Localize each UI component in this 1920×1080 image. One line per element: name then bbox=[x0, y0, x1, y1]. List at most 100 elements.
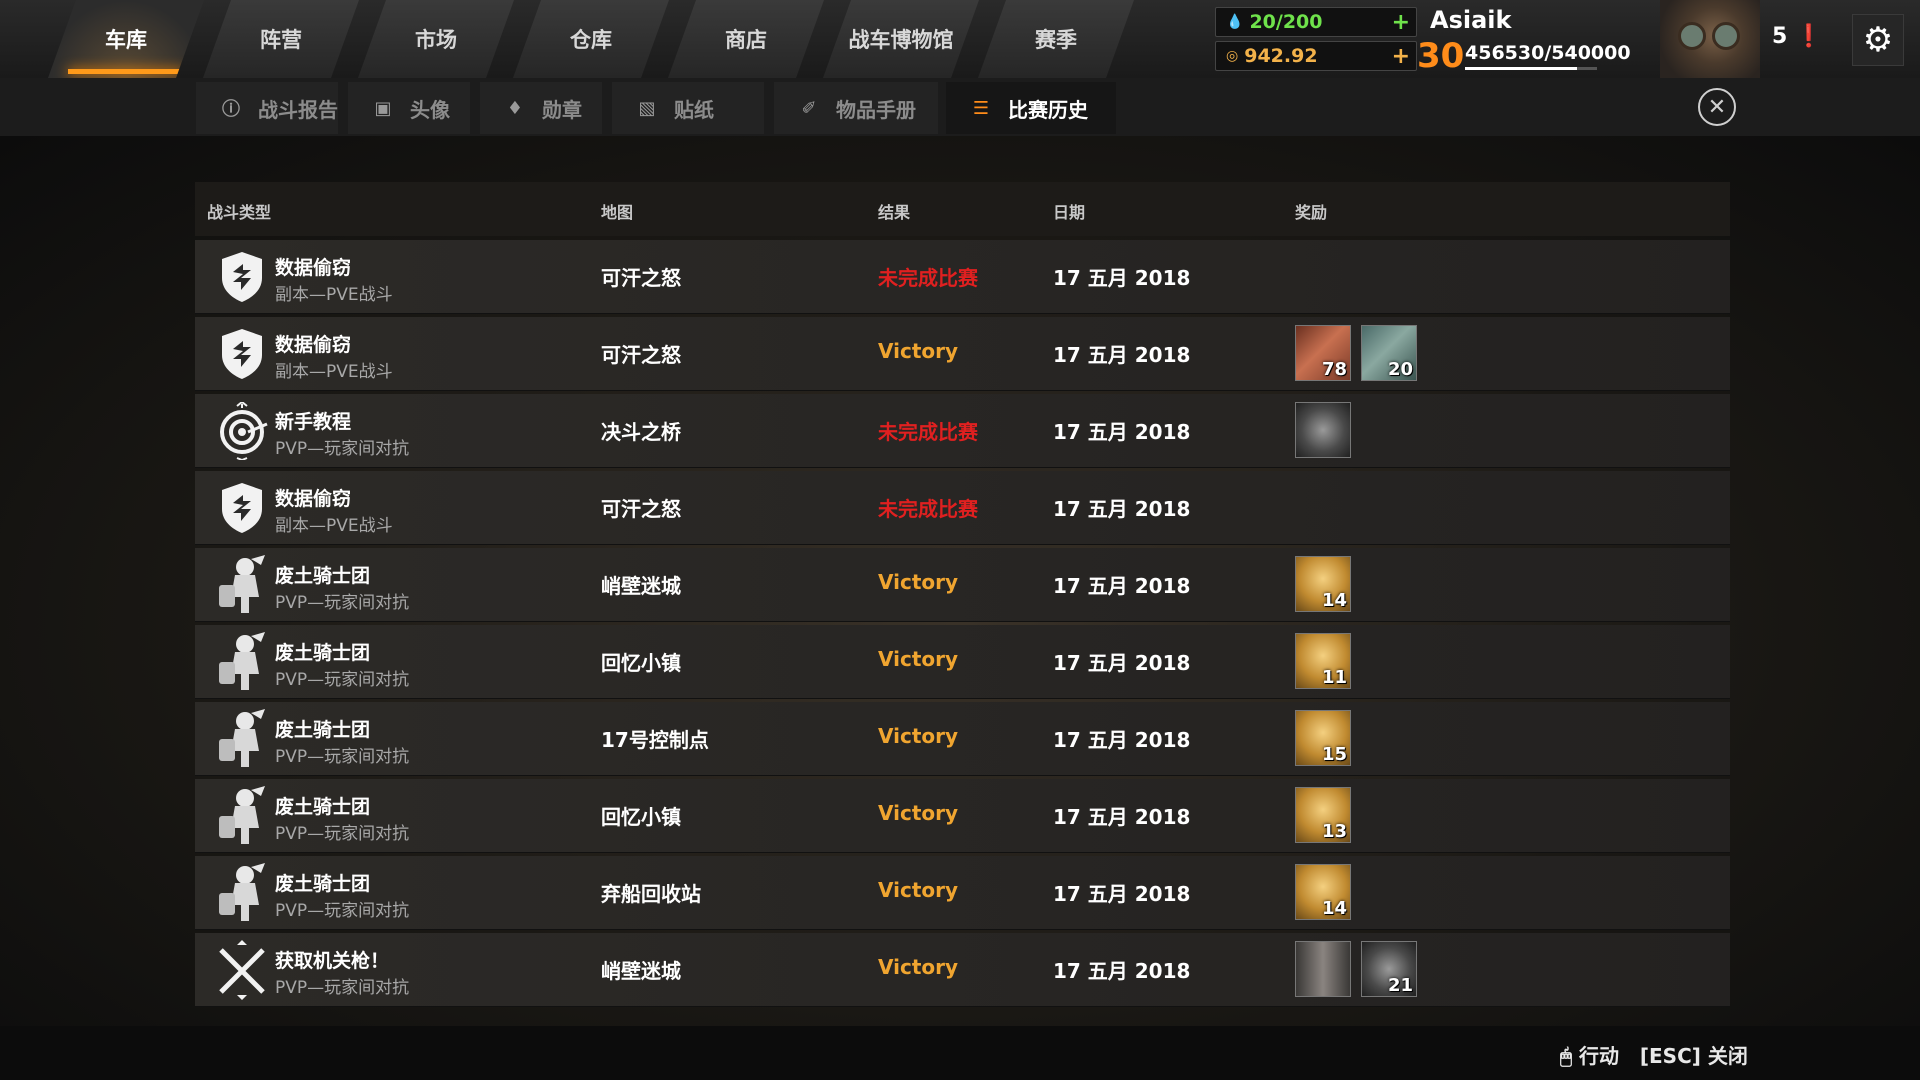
column-header-type: 战斗类型 bbox=[207, 203, 272, 222]
match-mode: PVP—玩家间对抗 bbox=[275, 747, 410, 767]
reward-gold-icon[interactable]: 14 bbox=[1295, 556, 1351, 612]
subtab-battle-report[interactable]: ⓘ 战斗报告 bbox=[196, 82, 338, 134]
tab-market[interactable]: 市场 bbox=[358, 0, 514, 78]
sub-tab-bar: ⓘ 战斗报告 ▣ 头像 ♦ 勋章 ▧ 贴纸 ✐ 物品手册 ☰ 比赛历史 bbox=[0, 78, 1920, 137]
knight-icon bbox=[213, 555, 271, 614]
subtab-label: 战斗报告 bbox=[258, 97, 338, 122]
match-map: 可汗之怒 bbox=[601, 343, 681, 367]
match-result: Victory bbox=[878, 339, 959, 363]
column-header-reward: 奖励 bbox=[1295, 203, 1328, 222]
subtab-portrait[interactable]: ▣ 头像 bbox=[348, 82, 470, 134]
match-title: 数据偷窃 bbox=[275, 257, 352, 279]
match-row[interactable]: 废土骑士团 PVP—玩家间对抗 峭壁迷城 Victory 17 五月 2018 14 bbox=[195, 548, 1730, 622]
reward-gold-icon[interactable]: 11 bbox=[1295, 633, 1351, 689]
knight-icon bbox=[213, 863, 271, 922]
fuel-value: 20/200 bbox=[1249, 11, 1323, 33]
tab-season[interactable]: 赛季 bbox=[978, 0, 1134, 78]
top-nav-bar: 车库 阵营 市场 仓库 商店 战车博物馆 赛季 💧 20/200 + ◎ 942… bbox=[0, 0, 1920, 79]
reward-gold-icon[interactable]: 14 bbox=[1295, 864, 1351, 920]
reward-quantity: 14 bbox=[1321, 898, 1347, 919]
goggle-right bbox=[1712, 22, 1740, 50]
tab-storage[interactable]: 仓库 bbox=[513, 0, 669, 78]
match-title: 新手教程 bbox=[275, 411, 352, 433]
knight-icon bbox=[213, 786, 271, 845]
footer-hint: 🖱 行动 [ESC] 关闭 bbox=[1560, 1040, 1748, 1069]
subtab-medals[interactable]: ♦ 勋章 bbox=[480, 82, 602, 134]
subtab-item-handbook[interactable]: ✐ 物品手册 bbox=[774, 82, 938, 134]
match-date: 17 五月 2018 bbox=[1053, 266, 1191, 290]
tab-shop[interactable]: 商店 bbox=[668, 0, 824, 78]
reward-quantity: 20 bbox=[1387, 359, 1413, 380]
match-mode: 副本—PVE战斗 bbox=[275, 516, 393, 536]
player-avatar[interactable] bbox=[1660, 0, 1760, 78]
goggle-left bbox=[1678, 22, 1706, 50]
notification-count: 5 bbox=[1772, 24, 1788, 49]
match-row[interactable]: 获取机关枪！ PVP—玩家间对抗 峭壁迷城 Victory 17 五月 2018 21 bbox=[195, 933, 1730, 1007]
coin-value: 942.92 bbox=[1244, 45, 1318, 67]
subtab-label: 头像 bbox=[410, 97, 450, 122]
match-title: 数据偷窃 bbox=[275, 334, 352, 356]
tab-faction[interactable]: 阵营 bbox=[203, 0, 359, 78]
match-title: 废土骑士团 bbox=[275, 565, 371, 587]
match-mode: PVP—玩家间对抗 bbox=[275, 824, 410, 844]
match-result: 未完成比赛 bbox=[878, 420, 978, 444]
match-row[interactable]: 废土骑士团 PVP—玩家间对抗 回忆小镇 Victory 17 五月 2018 13 bbox=[195, 779, 1730, 853]
notification-counter[interactable]: 5 ❗ bbox=[1772, 24, 1822, 49]
mouse-icon: 🖱 bbox=[1560, 1044, 1572, 1068]
reward-gold-icon[interactable]: 13 bbox=[1295, 787, 1351, 843]
match-row[interactable]: 数据偷窃 副本—PVE战斗 可汗之怒 未完成比赛 17 五月 2018 bbox=[195, 471, 1730, 545]
add-coins-button[interactable]: + bbox=[1392, 44, 1410, 69]
close-icon[interactable]: ✕ bbox=[1698, 88, 1736, 126]
reward-barrel-icon[interactable] bbox=[1295, 941, 1351, 997]
reward-gold-icon[interactable]: 15 bbox=[1295, 710, 1351, 766]
settings-gear-icon[interactable]: ⚙ bbox=[1852, 14, 1904, 66]
match-row[interactable]: 废土骑士团 PVP—玩家间对抗 17号控制点 Victory 17 五月 2018 15 bbox=[195, 702, 1730, 776]
match-date: 17 五月 2018 bbox=[1053, 497, 1191, 521]
reward-parts-icon[interactable] bbox=[1295, 402, 1351, 458]
reward-cloth-icon[interactable]: 20 bbox=[1361, 325, 1417, 381]
column-header-map: 地图 bbox=[601, 203, 634, 222]
match-title: 废土骑士团 bbox=[275, 642, 371, 664]
match-title: 数据偷窃 bbox=[275, 488, 352, 510]
match-map: 峭壁迷城 bbox=[601, 574, 681, 598]
match-title: 废土骑士团 bbox=[275, 873, 371, 895]
tab-museum[interactable]: 战车博物馆 bbox=[823, 0, 979, 78]
shield-icon bbox=[213, 479, 271, 537]
subtab-match-history[interactable]: ☰ 比赛历史 bbox=[946, 82, 1116, 134]
resources-panel: 💧 20/200 + ◎ 942.92 + bbox=[1205, 0, 1427, 78]
match-row[interactable]: 数据偷窃 副本—PVE战斗 可汗之怒 Victory 17 五月 2018 78 20 bbox=[195, 317, 1730, 391]
match-map: 峭壁迷城 bbox=[601, 959, 681, 983]
column-header-date: 日期 bbox=[1053, 203, 1086, 222]
reward-quantity: 21 bbox=[1387, 975, 1413, 996]
tab-label: 赛季 bbox=[1035, 28, 1077, 52]
match-result: Victory bbox=[878, 878, 959, 902]
tab-garage[interactable]: 车库 bbox=[48, 0, 204, 78]
table-header: 战斗类型 地图 结果 日期 奖励 bbox=[195, 182, 1730, 236]
tab-label: 市场 bbox=[415, 28, 457, 52]
reward-quantity: 14 bbox=[1321, 590, 1347, 611]
match-result: Victory bbox=[878, 724, 959, 748]
match-map: 决斗之桥 bbox=[601, 420, 681, 444]
match-map: 可汗之怒 bbox=[601, 497, 681, 521]
match-row[interactable]: 废土骑士团 PVP—玩家间对抗 弃船回收站 Victory 17 五月 2018 14 bbox=[195, 856, 1730, 930]
add-fuel-button[interactable]: + bbox=[1392, 10, 1410, 35]
portrait-icon: ▣ bbox=[374, 97, 392, 119]
match-map: 回忆小镇 bbox=[601, 651, 681, 675]
subtab-stickers[interactable]: ▧ 贴纸 bbox=[612, 82, 764, 134]
footer-hint-text: 行动 [ESC] 关闭 bbox=[1578, 1044, 1748, 1068]
player-info[interactable]: Asiaik 30 456530/540000 bbox=[1415, 0, 1665, 78]
reward-quantity: 13 bbox=[1321, 821, 1347, 842]
match-result: 未完成比赛 bbox=[878, 266, 978, 290]
knight-icon bbox=[213, 709, 271, 768]
reward-quantity: 15 bbox=[1321, 744, 1347, 765]
match-row[interactable]: 废土骑士团 PVP—玩家间对抗 回忆小镇 Victory 17 五月 2018 11 bbox=[195, 625, 1730, 699]
sticker-icon: ▧ bbox=[638, 97, 656, 119]
match-row[interactable]: 数据偷窃 副本—PVE战斗 可汗之怒 未完成比赛 17 五月 2018 bbox=[195, 240, 1730, 314]
subtab-label: 勋章 bbox=[542, 97, 582, 122]
player-name: Asiaik bbox=[1430, 6, 1512, 34]
reward-copper-icon[interactable]: 78 bbox=[1295, 325, 1351, 381]
match-row[interactable]: 新手教程 PVP—玩家间对抗 决斗之桥 未完成比赛 17 五月 2018 bbox=[195, 394, 1730, 468]
reward-parts-icon[interactable]: 21 bbox=[1361, 941, 1417, 997]
subtab-label: 比赛历史 bbox=[1008, 97, 1088, 122]
crossed-guns-icon bbox=[213, 940, 271, 1000]
